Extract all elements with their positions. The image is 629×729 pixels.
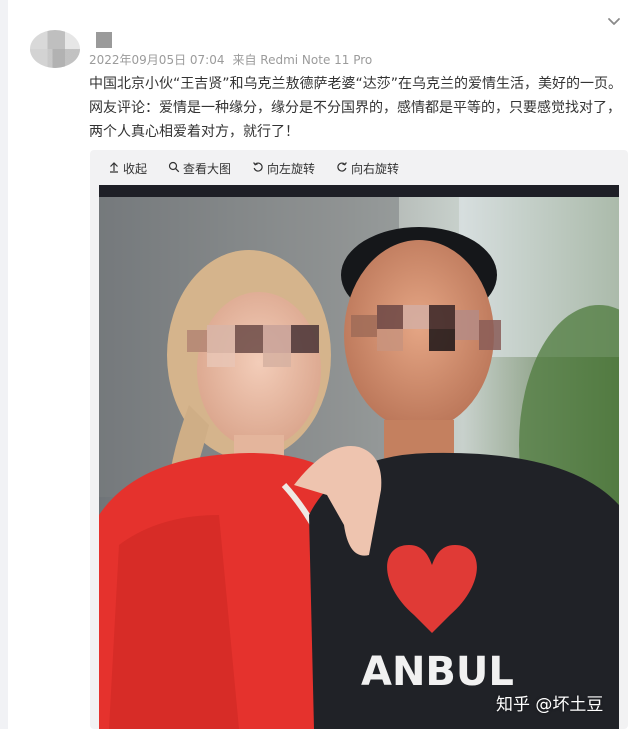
post-text: 中国北京小伙“王吉贤”和乌克兰敖德萨老婆“达莎”在乌克兰的爱情生活，美好的一页。… [89,72,623,144]
arrow-up-icon [108,161,120,176]
post-text-line-3: 两个人真心相爱着对方，就行了！ [89,124,299,140]
post-text-line-1: 中国北京小伙“王吉贤”和乌克兰敖德萨老婆“达莎”在乌克兰的爱情生活，美好的一页。 [89,76,623,92]
rotate-right-icon [336,161,348,176]
rotate-left-button[interactable]: 向左旋转 [252,159,315,177]
left-rail [0,0,8,729]
post-meta: 2022年09月05日 07:04 来自 Redmi Note 11 Pro [89,51,372,68]
photo-top-strip [99,185,619,197]
collapse-label: 收起 [123,161,148,176]
rotate-right-button[interactable]: 向右旋转 [336,159,399,177]
post-timestamp[interactable]: 2022年09月05日 07:04 [89,53,224,67]
avatar[interactable] [30,30,80,68]
image-watermark: 知乎 @坏土豆 [496,695,604,715]
rotate-left-icon [252,161,264,176]
woman-face [197,292,321,448]
rotate-left-label: 向左旋转 [267,161,316,176]
username-blurred[interactable] [96,32,112,48]
rotate-right-label: 向右旋转 [351,161,400,176]
weibo-post-page: 2022年09月05日 07:04 来自 Redmi Note 11 Pro 中国… [0,0,629,729]
post-text-line-2: 网友评论：爱情是一种缘分，缘分是不分国界的，感情都是平等的，只要感觉找对了， [89,100,621,116]
shirt-text: ANBUL [361,649,514,695]
chevron-down-icon[interactable] [607,14,621,28]
post-photo[interactable]: ANBUL [99,185,619,729]
media-toolbar: 收起 查看大图 向左旋转 向右旋转 [108,159,399,177]
collapse-button[interactable]: 收起 [108,159,147,177]
post-source: 来自 Redmi Note 11 Pro [232,53,373,67]
view-large-label: 查看大图 [183,161,232,176]
view-large-button[interactable]: 查看大图 [168,159,231,177]
magnifier-icon [168,161,180,176]
woman-hoodie-shadow [109,515,239,729]
